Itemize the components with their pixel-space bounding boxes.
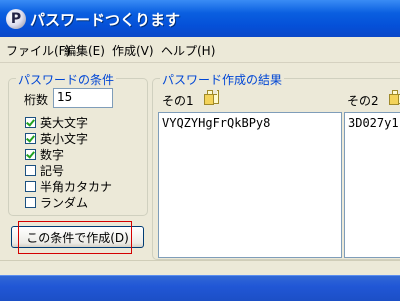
window-title: パスワードつくります	[30, 11, 181, 29]
digits-label: 桁数	[24, 93, 49, 107]
result-2-box[interactable]: 3D027y1	[344, 112, 400, 258]
checkbox-digits[interactable]: 数字	[25, 146, 64, 162]
checkbox-box[interactable]	[25, 180, 36, 192]
digits-input[interactable]: 15	[53, 88, 113, 108]
create-with-conditions-button[interactable]: この条件で作成(D)	[11, 226, 144, 248]
checkbox-box[interactable]	[25, 116, 36, 128]
app-icon: P	[6, 9, 26, 29]
title-bar[interactable]: P パスワードつくります	[0, 0, 400, 37]
status-bar	[0, 260, 400, 276]
menu-create[interactable]: 作成(V)	[112, 42, 154, 59]
copy-icon[interactable]	[389, 90, 400, 105]
checkbox-label: 英大文字	[40, 115, 89, 130]
result-2-label: その2	[347, 94, 379, 108]
menu-bar: ファイル(F) 編集(E) 作成(V) ヘルプ(H)	[0, 37, 400, 63]
checkbox-label: 記号	[40, 163, 65, 178]
checkbox-box[interactable]	[25, 196, 36, 208]
copy-icon[interactable]	[204, 90, 219, 105]
checkbox-halfwidth-katakana[interactable]: 半角カタカナ	[25, 178, 112, 194]
conditions-group-title: パスワードの条件	[16, 71, 117, 88]
menu-file[interactable]: ファイル(F)	[6, 42, 70, 59]
checkbox-label: 数字	[40, 147, 65, 162]
checkbox-box[interactable]	[25, 164, 36, 176]
results-group-title: パスワード作成の結果	[160, 71, 285, 88]
checkbox-label: ランダム	[40, 195, 89, 210]
checkbox-box[interactable]	[25, 132, 36, 144]
menu-help[interactable]: ヘルプ(H)	[161, 42, 215, 59]
taskbar	[0, 275, 400, 301]
checkbox-lowercase[interactable]: 英小文字	[25, 130, 88, 146]
menu-edit[interactable]: 編集(E)	[64, 42, 105, 59]
checkbox-box[interactable]	[25, 148, 36, 160]
checkbox-label: 英小文字	[40, 131, 89, 146]
result-1-label: その1	[162, 94, 194, 108]
checkbox-random[interactable]: ランダム	[25, 194, 88, 210]
checkbox-label: 半角カタカナ	[40, 179, 113, 194]
result-1-box[interactable]: VYQZYHgFrQkBPy8	[158, 112, 342, 258]
checkbox-symbols[interactable]: 記号	[25, 162, 64, 178]
checkbox-uppercase[interactable]: 英大文字	[25, 114, 88, 130]
